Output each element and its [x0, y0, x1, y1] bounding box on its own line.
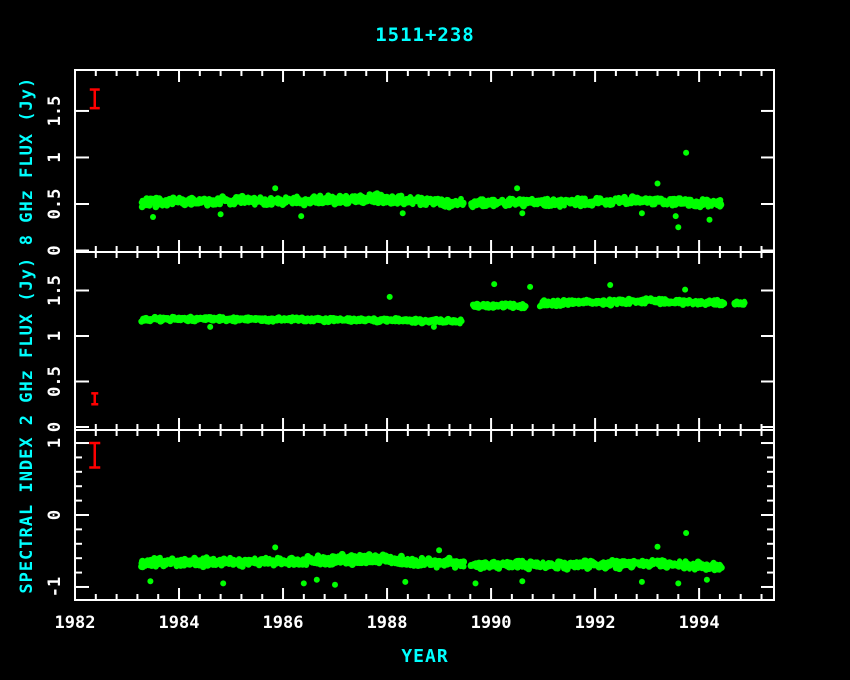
panel-flux-8ghz: 0 0.5 1 1.5 [45, 96, 774, 256]
plot-window: 1511+238 198219841986198819901992199400.… [0, 0, 850, 680]
error-bar-spectral-index [89, 443, 100, 467]
x-tick-label: 1982 [55, 613, 96, 633]
y-axis-title-2ghz: 2 GHz FLUX (Jy) [17, 257, 37, 426]
y-tick-label: 1.5 [45, 96, 65, 127]
y-tick-label: 0.5 [45, 366, 65, 397]
plot-frame [75, 70, 774, 600]
data-points-spectral-index [138, 530, 725, 588]
y-tick-label: 0 [45, 510, 65, 520]
x-tick-label: 1988 [367, 613, 408, 633]
y-tick-label: 0 [45, 245, 65, 255]
y-tick-label: 1 [45, 438, 65, 448]
y-tick-label: 1 [45, 331, 65, 341]
x-tick-label: 1990 [471, 613, 512, 633]
error-bar-flux-8ghz [90, 90, 100, 109]
x-tick-label: 1984 [159, 613, 200, 633]
y-axis-title-8ghz: 8 GHz FLUX (Jy) [17, 77, 37, 246]
y-tick-label: 0.5 [45, 189, 65, 220]
x-tick-label: 1992 [575, 613, 616, 633]
error-bar-flux-2ghz [91, 393, 98, 404]
x-tick-label: 1986 [263, 613, 304, 633]
panel-spectral-index: 1 0 -1 [45, 438, 774, 597]
x-tick-label: 1994 [679, 613, 720, 633]
x-axis-title: YEAR [0, 646, 850, 667]
data-points-flux-2ghz [138, 281, 747, 330]
y-tick-label: 1 [45, 152, 65, 162]
y-tick-label: 1.5 [45, 275, 65, 306]
x-axis-ticks [96, 70, 762, 600]
y-tick-label: 0 [45, 422, 65, 432]
data-points-flux-8ghz [139, 150, 725, 230]
plot-canvas: 1982 1984 1986 1988 1990 1992 1994 0 0.5 1 1.5 0 0.5… [0, 0, 850, 680]
y-tick-label: -1 [45, 577, 65, 597]
y-axis-title-spectral-index: SPECTRAL INDEX [17, 436, 37, 593]
x-axis-tick-labels: 1982 1984 1986 1988 1990 1992 1994 [55, 613, 720, 633]
